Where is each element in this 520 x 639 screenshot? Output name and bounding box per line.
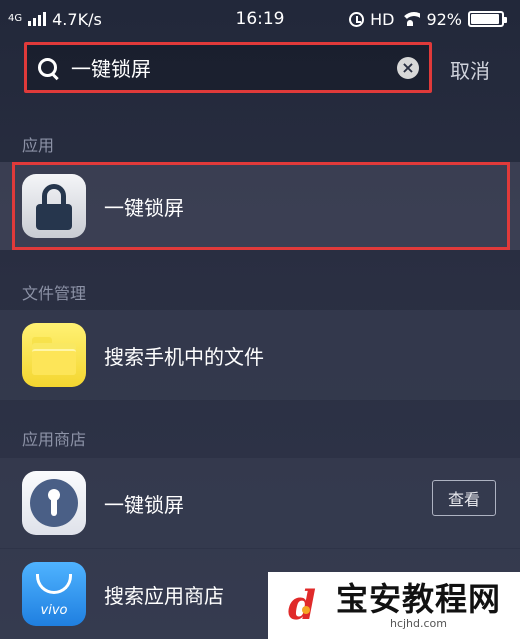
search-box[interactable]: × [24,42,432,93]
search-input[interactable] [71,55,397,80]
result-label: 一键锁屏 [104,195,184,220]
watermark-title: 宝安教程网 [336,579,502,618]
section-header-files: 文件管理 [22,284,87,303]
vivo-brand-text: vivo [40,603,68,618]
cancel-button[interactable]: 取消 [450,55,490,84]
network-speed: 4.7K/s [52,9,102,29]
search-row: × 取消 [0,38,520,100]
status-right: HD 92% [349,9,507,29]
watermark: d 宝安教程网 hcjhd.com [268,572,520,639]
network-type: 4G [8,13,23,24]
section-header-apps: 应用 [22,136,55,155]
battery-percent: 92% [426,9,462,29]
hd-label: HD [370,9,395,29]
lock-icon [22,174,86,238]
keyhole-icon [22,471,86,535]
wifi-icon [400,12,421,26]
battery-fill [471,14,499,24]
battery-icon [468,11,507,27]
section-header-store: 应用商店 [22,430,87,449]
vivo-store-icon: vivo [22,562,86,626]
result-label: 搜索应用商店 [104,583,224,608]
result-item-app-lock[interactable]: 一键锁屏 [0,162,520,250]
watermark-logo-icon: d [288,581,316,629]
alarm-icon [349,11,365,27]
status-bar: 4G 4.7K/s 16:19 HD 92% [0,0,520,38]
watermark-text: 宝安教程网 hcjhd.com [336,581,501,631]
signal-icon [28,12,47,26]
result-label: 一键锁屏 [104,492,184,517]
clear-icon[interactable]: × [397,56,419,79]
result-item-search-files[interactable]: 搜索手机中的文件 [0,310,520,400]
result-item-store-lock[interactable]: 一键锁屏 查看 [0,458,520,548]
result-label: 搜索手机中的文件 [104,344,264,369]
folder-icon [22,323,86,387]
watermark-url: hcjhd.com [389,616,448,630]
status-left: 4G 4.7K/s [8,10,102,29]
search-icon [37,57,59,79]
view-button[interactable]: 查看 [432,480,496,516]
